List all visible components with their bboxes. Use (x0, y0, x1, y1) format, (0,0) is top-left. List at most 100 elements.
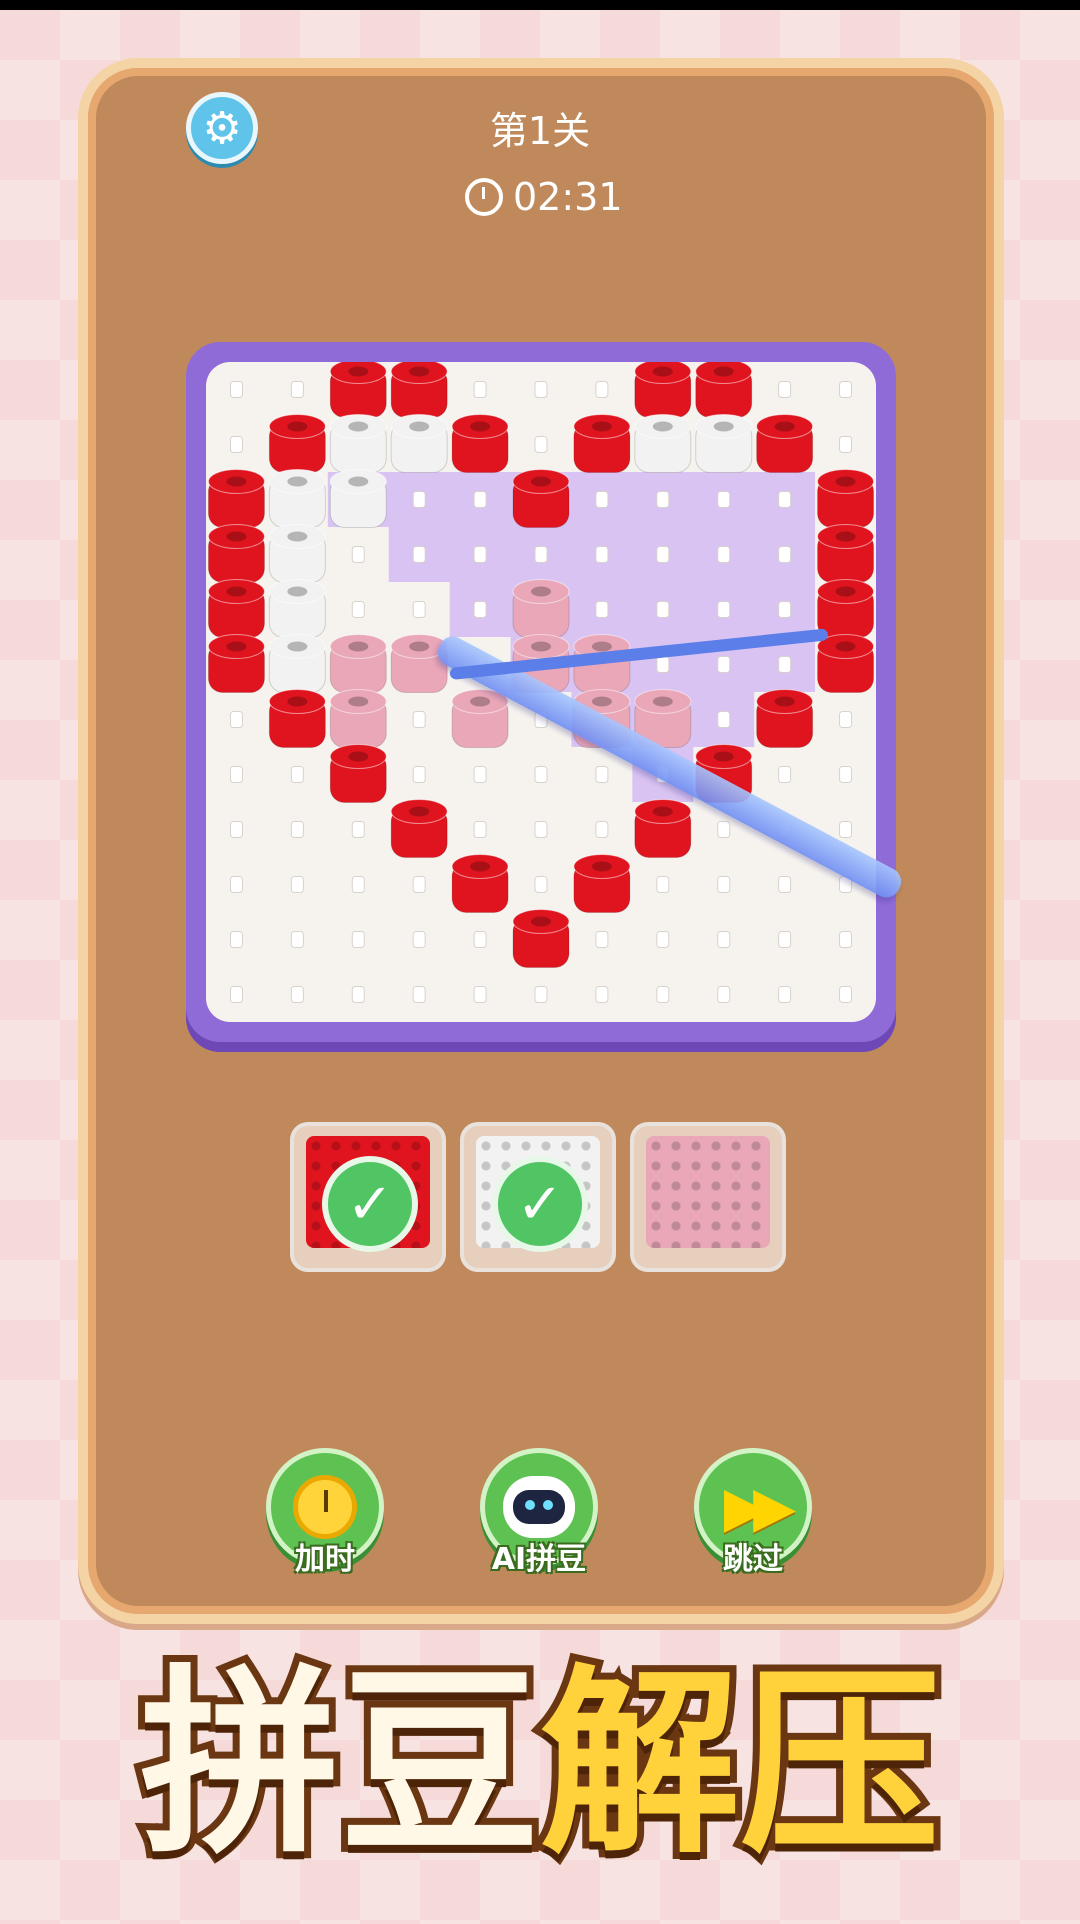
peg[interactable] (290, 821, 304, 838)
bead[interactable] (451, 414, 509, 473)
bead[interactable] (634, 799, 692, 858)
bead[interactable] (268, 414, 326, 473)
bead[interactable] (207, 579, 265, 638)
bead[interactable] (817, 634, 875, 693)
peg[interactable] (534, 436, 548, 453)
peg[interactable] (412, 986, 426, 1003)
peg[interactable] (717, 656, 731, 673)
bead[interactable] (695, 414, 753, 473)
bead[interactable] (573, 414, 631, 473)
peg[interactable] (656, 546, 670, 563)
tray-red[interactable]: ✓ (290, 1122, 446, 1272)
peg[interactable] (473, 986, 487, 1003)
peg[interactable] (778, 656, 792, 673)
peg[interactable] (839, 821, 853, 838)
bead[interactable] (512, 909, 570, 968)
peg[interactable] (595, 766, 609, 783)
bead[interactable] (390, 414, 448, 473)
bead[interactable] (268, 689, 326, 748)
bead[interactable] (207, 634, 265, 693)
bead[interactable] (390, 634, 448, 693)
peg[interactable] (229, 821, 243, 838)
peg[interactable] (595, 986, 609, 1003)
peg[interactable] (473, 766, 487, 783)
settings-button[interactable]: ⚙ (186, 92, 258, 164)
peg[interactable] (717, 546, 731, 563)
bead[interactable] (268, 469, 326, 528)
peg[interactable] (351, 986, 365, 1003)
peg[interactable] (534, 766, 548, 783)
peg[interactable] (351, 601, 365, 618)
peg[interactable] (229, 381, 243, 398)
peg[interactable] (778, 381, 792, 398)
bead[interactable] (512, 469, 570, 528)
peg[interactable] (473, 601, 487, 618)
peg[interactable] (290, 931, 304, 948)
peg[interactable] (351, 931, 365, 948)
bead[interactable] (268, 634, 326, 693)
bead[interactable] (329, 689, 387, 748)
peg[interactable] (778, 601, 792, 618)
peg[interactable] (351, 821, 365, 838)
peg[interactable] (473, 381, 487, 398)
bead[interactable] (817, 524, 875, 583)
peg[interactable] (778, 546, 792, 563)
peg[interactable] (473, 546, 487, 563)
peg[interactable] (412, 491, 426, 508)
peg[interactable] (290, 381, 304, 398)
peg[interactable] (595, 931, 609, 948)
bead[interactable] (268, 524, 326, 583)
bead[interactable] (817, 469, 875, 528)
peg[interactable] (412, 601, 426, 618)
bead[interactable] (329, 744, 387, 803)
peg[interactable] (656, 876, 670, 893)
peg[interactable] (717, 931, 731, 948)
peg[interactable] (839, 766, 853, 783)
bead[interactable] (756, 689, 814, 748)
bead[interactable] (695, 362, 753, 418)
peg[interactable] (717, 821, 731, 838)
peg[interactable] (778, 491, 792, 508)
peg[interactable] (595, 821, 609, 838)
bead[interactable] (451, 854, 509, 913)
peg[interactable] (473, 491, 487, 508)
tray-white[interactable]: ✓ (460, 1122, 616, 1272)
peg[interactable] (229, 876, 243, 893)
peg[interactable] (717, 601, 731, 618)
peg[interactable] (473, 931, 487, 948)
peg[interactable] (351, 876, 365, 893)
peg[interactable] (229, 986, 243, 1003)
bead[interactable] (451, 689, 509, 748)
peg[interactable] (534, 821, 548, 838)
peg[interactable] (412, 876, 426, 893)
peg[interactable] (656, 986, 670, 1003)
bead[interactable] (329, 634, 387, 693)
peg[interactable] (229, 436, 243, 453)
peg[interactable] (290, 876, 304, 893)
peg[interactable] (717, 491, 731, 508)
peg[interactable] (778, 876, 792, 893)
bead[interactable] (817, 579, 875, 638)
peg[interactable] (839, 381, 853, 398)
bead[interactable] (268, 579, 326, 638)
bead[interactable] (512, 579, 570, 638)
peg[interactable] (656, 491, 670, 508)
peg[interactable] (534, 986, 548, 1003)
bead[interactable] (329, 362, 387, 418)
peg[interactable] (229, 931, 243, 948)
peg[interactable] (412, 546, 426, 563)
peg[interactable] (839, 711, 853, 728)
peg[interactable] (656, 931, 670, 948)
peg[interactable] (595, 546, 609, 563)
bead[interactable] (329, 414, 387, 473)
peg[interactable] (778, 986, 792, 1003)
peg[interactable] (412, 711, 426, 728)
bead[interactable] (634, 362, 692, 418)
peg[interactable] (534, 381, 548, 398)
peg[interactable] (717, 986, 731, 1003)
peg[interactable] (351, 546, 365, 563)
bead[interactable] (329, 469, 387, 528)
bead[interactable] (756, 414, 814, 473)
peg[interactable] (290, 986, 304, 1003)
bead[interactable] (390, 799, 448, 858)
